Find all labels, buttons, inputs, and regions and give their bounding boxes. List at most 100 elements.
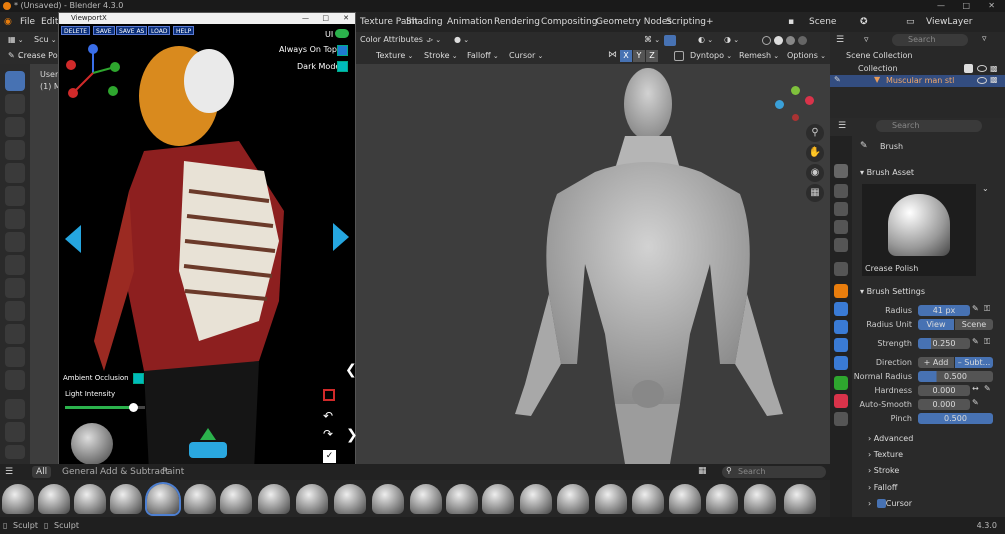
overlay-save-as-button[interactable]: SAVE AS <box>116 26 148 35</box>
wireframe-shading-icon[interactable] <box>762 36 771 45</box>
shelf-tab-add-subtract[interactable]: Add & Subtract <box>100 467 169 477</box>
filter-icon[interactable]: ▿ <box>864 35 869 45</box>
axis-x-toggle[interactable]: X <box>620 50 632 62</box>
overlay-load-button[interactable]: LOAD <box>148 26 171 35</box>
brush-asset[interactable] <box>220 484 252 514</box>
properties-editor-icon[interactable]: ☰ <box>838 121 846 131</box>
dyntopo-checkbox[interactable] <box>674 51 684 61</box>
mask-tool-icon[interactable] <box>5 163 25 183</box>
box-trim-tool-icon[interactable] <box>5 255 25 275</box>
brush-asset[interactable] <box>446 484 478 514</box>
light-intensity-handle[interactable] <box>129 403 138 412</box>
brush-asset[interactable] <box>296 484 328 514</box>
radius-unit-scene-button[interactable]: Scene <box>955 319 993 330</box>
object-tab-icon[interactable] <box>834 284 848 298</box>
inflate-tool-icon[interactable] <box>5 140 25 160</box>
draw-tool-icon[interactable] <box>5 71 25 91</box>
render-tab-icon[interactable] <box>834 184 848 198</box>
brush-asset[interactable] <box>520 484 552 514</box>
minimize-icon[interactable]: — <box>937 0 945 12</box>
auto-smooth-pressure-icon[interactable]: ✎ <box>972 398 979 407</box>
texture-panel-header[interactable]: › Texture <box>868 450 903 459</box>
brush-asset-section-header[interactable]: ▾ Brush Asset <box>860 168 914 177</box>
overlay-save-button[interactable]: SAVE <box>93 26 115 35</box>
options-dropdown[interactable]: Options <box>783 50 830 62</box>
matcap-sphere[interactable] <box>71 423 113 465</box>
texture-tab-icon[interactable] <box>834 412 848 426</box>
direction-subtract-button[interactable]: – Subt... <box>955 357 993 368</box>
brush-asset[interactable] <box>557 484 589 514</box>
mesh-filter-tool-icon[interactable] <box>5 301 25 321</box>
object-visibility-icon[interactable] <box>977 77 987 84</box>
overlay-title-bar[interactable]: ViewportX — □ ✕ <box>59 13 355 24</box>
view-layer-selector[interactable]: ViewLayer <box>926 12 972 32</box>
object-name[interactable]: Muscular man stl <box>886 76 954 85</box>
view-gizmo-icon[interactable]: ⌘ <box>640 34 664 46</box>
properties-search-field[interactable]: Search <box>876 120 982 132</box>
collection-visibility-icon[interactable] <box>977 65 987 72</box>
world-tab-icon[interactable] <box>834 262 848 276</box>
direction-add-button[interactable]: + Add <box>918 357 954 368</box>
previous-arrow-icon[interactable] <box>65 225 81 253</box>
overlay-maximize-icon[interactable]: □ <box>322 13 329 24</box>
edit-face-set-tool-icon[interactable] <box>5 370 25 390</box>
scene-collection-item[interactable]: Scene Collection <box>846 51 913 60</box>
tab-scripting[interactable]: Scripting <box>666 12 706 32</box>
cloth-filter-tool-icon[interactable] <box>5 324 25 344</box>
physics-tab-icon[interactable] <box>834 338 848 352</box>
outliner-search-field[interactable]: Search <box>892 34 968 46</box>
collection-camera-icon[interactable]: ▩ <box>990 64 998 73</box>
menu-edit[interactable]: Edit <box>41 12 58 32</box>
tab-geometry-nodes[interactable]: Geometry Nodes <box>596 12 672 32</box>
gizmo-neg-icon[interactable] <box>792 114 799 121</box>
brush-asset[interactable] <box>706 484 738 514</box>
falloff-panel-header[interactable]: › Falloff <box>868 483 897 492</box>
outliner-row-selected[interactable]: ✎ ▼ Muscular man stl ▩ <box>830 75 1005 87</box>
maximize-icon[interactable]: □ <box>962 0 970 12</box>
outliner-editor-icon[interactable]: ☰ <box>836 35 844 45</box>
viewportx-overlay-window[interactable]: ViewportX — □ ✕ DELETE SAVE SAVE AS LOAD… <box>58 12 356 471</box>
color-attributes-dropdown[interactable]: Color Attributes <box>356 34 435 46</box>
reset-icon[interactable] <box>323 389 335 401</box>
box-hide-tool-icon[interactable] <box>5 209 25 229</box>
collapse-left-icon[interactable]: ❮ <box>345 362 357 378</box>
modifier-tab-icon[interactable] <box>834 302 848 316</box>
radius-field[interactable]: 41 px <box>918 305 970 316</box>
brush-asset[interactable] <box>2 484 34 514</box>
box-face-set-tool-icon[interactable] <box>5 232 25 252</box>
remesh-dropdown[interactable]: Remesh <box>735 50 783 62</box>
tab-shading[interactable]: Shading <box>406 12 443 32</box>
blender-menu-icon[interactable]: ◉ <box>4 12 12 32</box>
add-workspace-button[interactable]: + <box>706 12 714 32</box>
shelf-search-field[interactable]: ⚲ Search <box>722 466 826 478</box>
collapse-right-icon[interactable]: ❯ <box>346 427 358 443</box>
shelf-tab-all[interactable]: All <box>32 466 52 478</box>
texture-dropdown[interactable]: Texture <box>372 50 417 62</box>
rotate-tool-icon[interactable] <box>5 422 25 442</box>
shelf-tab-general[interactable]: General <box>62 467 97 477</box>
shading-icon[interactable]: ◑ <box>720 34 743 46</box>
pencil-icon[interactable]: ✎ <box>834 75 841 84</box>
cursor-panel-header[interactable]: › Cursor <box>868 499 912 508</box>
hardness-pressure-icon[interactable]: ✎ <box>984 384 991 393</box>
brush-asset[interactable] <box>595 484 627 514</box>
light-intensity-slider[interactable] <box>65 403 145 412</box>
collection-item[interactable]: Collection <box>858 64 898 73</box>
line-project-tool-icon[interactable] <box>5 278 25 298</box>
scene-selector[interactable]: Scene <box>809 12 836 32</box>
navigation-gizmo[interactable] <box>775 86 815 126</box>
brush-asset[interactable] <box>744 484 776 514</box>
brush-asset-preview[interactable]: Crease Polish <box>862 184 976 276</box>
solid-shading-icon[interactable] <box>774 36 783 45</box>
cursor-checkbox[interactable] <box>877 499 886 508</box>
rendered-shading-icon[interactable] <box>798 36 807 45</box>
clay-tool-icon[interactable] <box>5 117 25 137</box>
overlay-close-icon[interactable]: ✕ <box>343 13 349 24</box>
tab-compositing[interactable]: Compositing <box>541 12 597 32</box>
material-tab-icon[interactable] <box>834 394 848 408</box>
material-shading-icon[interactable] <box>786 36 795 45</box>
overlay-help-button[interactable]: HELP <box>173 26 195 35</box>
stroke-panel-header[interactable]: › Stroke <box>868 466 899 475</box>
gizmo-y-icon[interactable] <box>805 96 814 105</box>
tab-animation[interactable]: Animation <box>447 12 493 32</box>
